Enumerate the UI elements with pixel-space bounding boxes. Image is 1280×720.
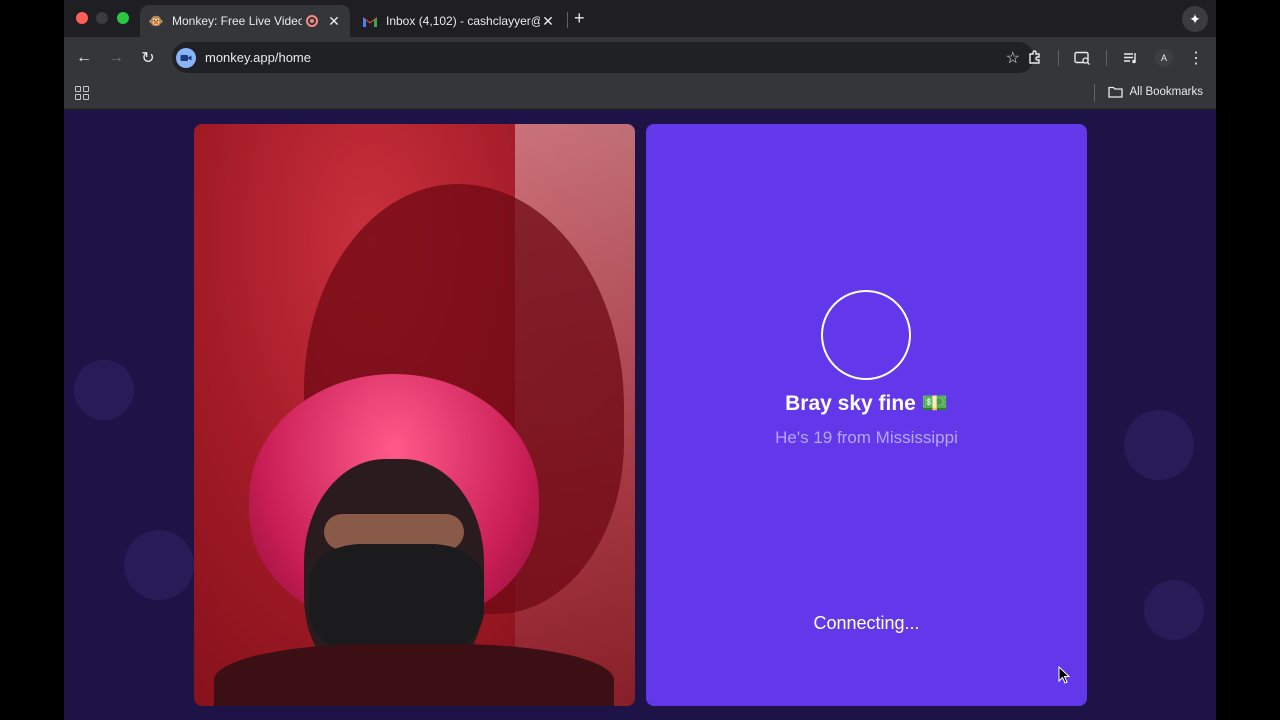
bookmarks-bar: All Bookmarks	[64, 78, 1216, 109]
back-icon[interactable]: ←	[73, 47, 95, 69]
background-blob	[74, 360, 134, 420]
toolbar-divider	[1058, 50, 1059, 66]
reload-icon[interactable]: ↻	[137, 47, 159, 69]
match-subtitle: He's 19 from Mississippi	[775, 428, 958, 447]
gmail-icon	[362, 13, 378, 29]
mouse-cursor-icon	[1058, 666, 1070, 684]
close-tab-icon[interactable]: ✕	[326, 13, 342, 30]
extensions-icon[interactable]	[1024, 47, 1046, 69]
video-camera-icon[interactable]	[176, 47, 196, 68]
close-tab-icon[interactable]: ✕	[540, 13, 556, 30]
new-tab-button[interactable]: +	[574, 8, 585, 29]
gemini-icon[interactable]: ✦	[1182, 6, 1208, 32]
bookmark-star-icon[interactable]: ☆	[1006, 48, 1020, 68]
apps-grid-icon[interactable]	[75, 86, 89, 100]
forward-icon[interactable]: →	[105, 47, 127, 69]
tab-title: Inbox (4,102) - cashclayyer@	[386, 14, 540, 28]
tab-monkey[interactable]: 🐵 Monkey: Free Live Video C ✕	[140, 5, 350, 37]
media-controls-icon[interactable]	[1120, 47, 1142, 69]
bookmarks-divider	[1094, 84, 1095, 102]
monkey-icon: 🐵	[148, 14, 164, 28]
tab-gmail[interactable]: Inbox (4,102) - cashclayyer@ ✕	[354, 5, 564, 37]
tab-title: Monkey: Free Live Video C	[172, 14, 302, 28]
connection-status: Connecting...	[813, 613, 920, 633]
tab-search-icon[interactable]	[1071, 47, 1093, 69]
monkey-page: Bray sky fine 💵 He's 19 from Mississippi…	[64, 110, 1216, 720]
browser-window: 🐵 Monkey: Free Live Video C ✕ Inbox (4,1…	[64, 0, 1216, 720]
recording-icon	[306, 15, 318, 27]
all-bookmarks-button[interactable]: All Bookmarks	[1107, 86, 1204, 98]
match-panel: Bray sky fine 💵 He's 19 from Mississippi…	[646, 124, 1087, 706]
menu-kebab-icon[interactable]: ⋮	[1185, 47, 1207, 69]
profile-avatar[interactable]: A	[1155, 49, 1173, 67]
toolbar-divider	[1106, 50, 1107, 66]
browser-toolbar: ← → ↻ monkey.app/home ☆ A ⋮	[64, 37, 1216, 78]
all-bookmarks-label: All Bookmarks	[1129, 86, 1204, 98]
minimize-window-button[interactable]	[96, 12, 108, 24]
address-bar[interactable]: monkey.app/home ☆	[172, 42, 1034, 73]
maximize-window-button[interactable]	[117, 12, 129, 24]
avatar-ring	[821, 290, 911, 380]
tab-divider	[567, 12, 568, 28]
background-blob	[124, 530, 194, 600]
background-blob	[1124, 410, 1194, 480]
background-blob	[1144, 580, 1204, 640]
match-name: Bray sky fine 💵	[785, 392, 948, 415]
url-text[interactable]: monkey.app/home	[205, 50, 1006, 65]
tab-strip: 🐵 Monkey: Free Live Video C ✕ Inbox (4,1…	[64, 0, 1216, 37]
self-video-feed	[194, 124, 635, 706]
folder-icon	[1107, 86, 1123, 98]
video-body	[214, 644, 614, 706]
close-window-button[interactable]	[76, 12, 88, 24]
